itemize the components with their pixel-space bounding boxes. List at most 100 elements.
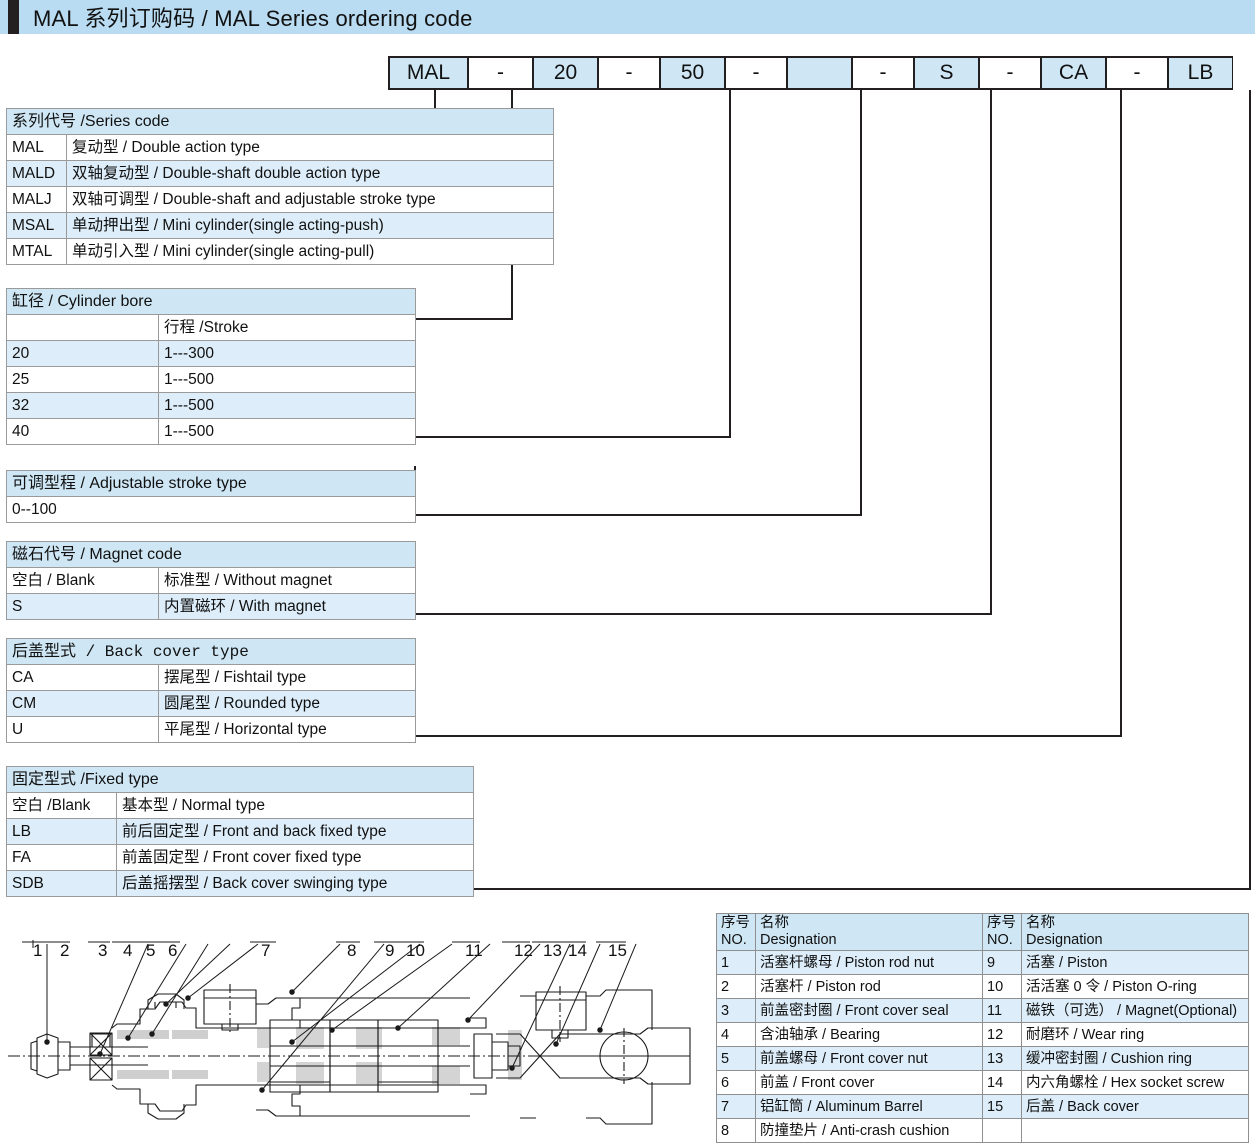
parts-left-no: 5 — [716, 1046, 756, 1071]
bore-value: 25 — [6, 366, 159, 393]
parts-header-en: NO. — [721, 932, 747, 948]
bore-value: 32 — [6, 392, 159, 419]
parts-right-no: 11 — [982, 998, 1022, 1023]
drawing-callout-13: 13 — [543, 941, 562, 960]
parts-left-no: 6 — [716, 1070, 756, 1095]
parts-header-en: NO. — [987, 932, 1013, 948]
table-row: 32 1---500 — [6, 392, 416, 419]
table-row: 空白 / Blank 标准型 / Without magnet — [6, 567, 416, 594]
parts-right-name: 活塞 / Piston — [1021, 950, 1249, 975]
connector-adj-v2 — [860, 90, 862, 516]
ordering-code-cell-7[interactable]: - — [851, 56, 914, 90]
parts-header-cell-0: 序号 NO. — [716, 913, 756, 951]
ordering-code-cell-3[interactable]: - — [597, 56, 660, 90]
series-code-header: 系列代号 /Series code — [6, 108, 554, 135]
series-code: MALD — [6, 160, 67, 187]
bore-subhead-right: 行程 /Stroke — [158, 314, 416, 341]
drawing-callout-1: 1 — [33, 941, 43, 960]
connector-backcover-h — [414, 735, 1122, 737]
drawing-callout-15: 15 — [608, 941, 627, 960]
parts-left-no: 8 — [716, 1118, 756, 1143]
page-title-bar: MAL 系列订购码 / MAL Series ordering code — [0, 0, 1255, 34]
parts-list-row: 8 防撞垫片 / Anti-crash cushion — [716, 1118, 1249, 1143]
parts-left-no: 2 — [716, 974, 756, 999]
parts-right-name: 缓冲密封圈 / Cushion ring — [1021, 1046, 1249, 1071]
parts-left-no: 1 — [716, 950, 756, 975]
fixed-desc: 前后固定型 / Front and back fixed type — [116, 818, 474, 845]
bore-value: 20 — [6, 340, 159, 367]
parts-header-cn: 名称 — [760, 915, 789, 931]
ordering-code-cell-8[interactable]: S — [913, 56, 979, 90]
connector-fixed-v2 — [1249, 90, 1251, 890]
table-adjustable-stroke: 可调型程 / Adjustable stroke type 0--100 — [6, 470, 416, 523]
parts-header-cn: 序号 — [987, 915, 1016, 931]
parts-right-name: 耐磨环 / Wear ring — [1021, 1022, 1249, 1047]
fixed-code: FA — [6, 844, 117, 871]
ordering-code-cell-11[interactable]: - — [1105, 56, 1168, 90]
parts-list-row: 6 前盖 / Front cover 14 内六角螺栓 / Hex socket sc… — [716, 1070, 1249, 1095]
page-title: MAL 系列订购码 / MAL Series ordering code — [33, 6, 473, 31]
parts-header-cn: 名称 — [1026, 915, 1055, 931]
table-row: 20 1---300 — [6, 340, 416, 367]
drawing-callout-2: 2 — [60, 941, 70, 960]
ordering-code-cell-5[interactable]: - — [724, 56, 787, 90]
parts-right-no: 12 — [982, 1022, 1022, 1047]
parts-left-no: 4 — [716, 1022, 756, 1047]
table-row: 40 1---500 — [6, 418, 416, 445]
adjustable-header: 可调型程 / Adjustable stroke type — [6, 470, 416, 497]
ordering-code-cell-4[interactable]: 50 — [659, 56, 725, 90]
connector-magnet-h — [414, 613, 992, 615]
stroke-value: 1---300 — [158, 340, 416, 367]
parts-right-name — [1021, 1118, 1249, 1143]
fixed-desc: 基本型 / Normal type — [116, 792, 474, 819]
drawing-callout-9: 9 — [385, 941, 395, 960]
parts-left-name: 活塞杆 / Piston rod — [755, 974, 983, 999]
parts-list-header-row: 序号 NO. 名称 Designation 序号 NO. 名称 Designation — [716, 913, 1249, 951]
table-row: MAL 复动型 / Double action type — [6, 134, 554, 161]
table-cylinder-bore: 缸径 / Cylinder bore 行程 /Stroke 20 1---300 … — [6, 288, 416, 445]
drawing-callout-3: 3 — [98, 941, 108, 960]
series-desc: 双轴复动型 / Double-shaft double action type — [66, 160, 554, 187]
table-series-code: 系列代号 /Series code MAL 复动型 / Double action… — [6, 108, 554, 265]
fixed-desc: 后盖摇摆型 / Back cover swinging type — [116, 870, 474, 897]
drawing-callout-4: 4 — [123, 941, 133, 960]
ordering-code-cell-12[interactable]: LB — [1167, 56, 1233, 90]
parts-header-en: Designation — [760, 932, 837, 948]
bore-subhead-left — [6, 314, 159, 341]
table-row: S 内置磁环 / With magnet — [6, 593, 416, 620]
backcover-desc: 平尾型 / Horizontal type — [158, 716, 416, 743]
connector-stroke-v — [729, 90, 731, 438]
parts-right-no — [982, 1118, 1022, 1143]
ordering-code-cell-0[interactable]: MAL — [388, 56, 468, 90]
table-row: CA 摆尾型 / Fishtail type — [6, 664, 416, 691]
table-magnet-code: 磁石代号 / Magnet code 空白 / Blank 标准型 / Witho… — [6, 541, 416, 620]
parts-list-row: 7 铝缸筒 / Aluminum Barrel 15 后盖 / Back cover — [716, 1094, 1249, 1119]
series-code: MTAL — [6, 238, 67, 265]
parts-right-no: 14 — [982, 1070, 1022, 1095]
drawing-callout-6: 6 — [168, 941, 178, 960]
series-desc: 双轴可调型 / Double-shaft and adjustable stro… — [66, 186, 554, 213]
connector-backcover-v2 — [1120, 90, 1122, 737]
magnet-code: 空白 / Blank — [6, 567, 159, 594]
bore-header: 缸径 / Cylinder bore — [6, 288, 416, 315]
connector-bore-h — [415, 318, 513, 320]
ordering-code-strip: MAL -20-50- - S - CA - LB — [388, 56, 1233, 90]
parts-left-name: 活塞杆螺母 / Piston rod nut — [755, 950, 983, 975]
drawing-callout-10: 10 — [406, 941, 425, 960]
ordering-code-cell-10[interactable]: CA — [1040, 56, 1106, 90]
fixed-desc: 前盖固定型 / Front cover fixed type — [116, 844, 474, 871]
table-row: MTAL 单动引入型 / Mini cylinder(single acting-… — [6, 238, 554, 265]
series-desc: 复动型 / Double action type — [66, 134, 554, 161]
ordering-code-cell-6[interactable] — [786, 56, 852, 90]
connector-series-v — [434, 90, 436, 110]
ordering-code-cell-2[interactable]: 20 — [532, 56, 598, 90]
drawing-callout-14: 14 — [568, 941, 587, 960]
table-row: 25 1---500 — [6, 366, 416, 393]
stroke-value: 1---500 — [158, 392, 416, 419]
parts-right-no: 13 — [982, 1046, 1022, 1071]
parts-left-name: 前盖 / Front cover — [755, 1070, 983, 1095]
ordering-code-cell-9[interactable]: - — [978, 56, 1041, 90]
table-row: SDB 后盖摇摆型 / Back cover swinging type — [6, 870, 474, 897]
drawing-callout-8: 8 — [347, 941, 357, 960]
ordering-code-cell-1[interactable]: - — [467, 56, 533, 90]
